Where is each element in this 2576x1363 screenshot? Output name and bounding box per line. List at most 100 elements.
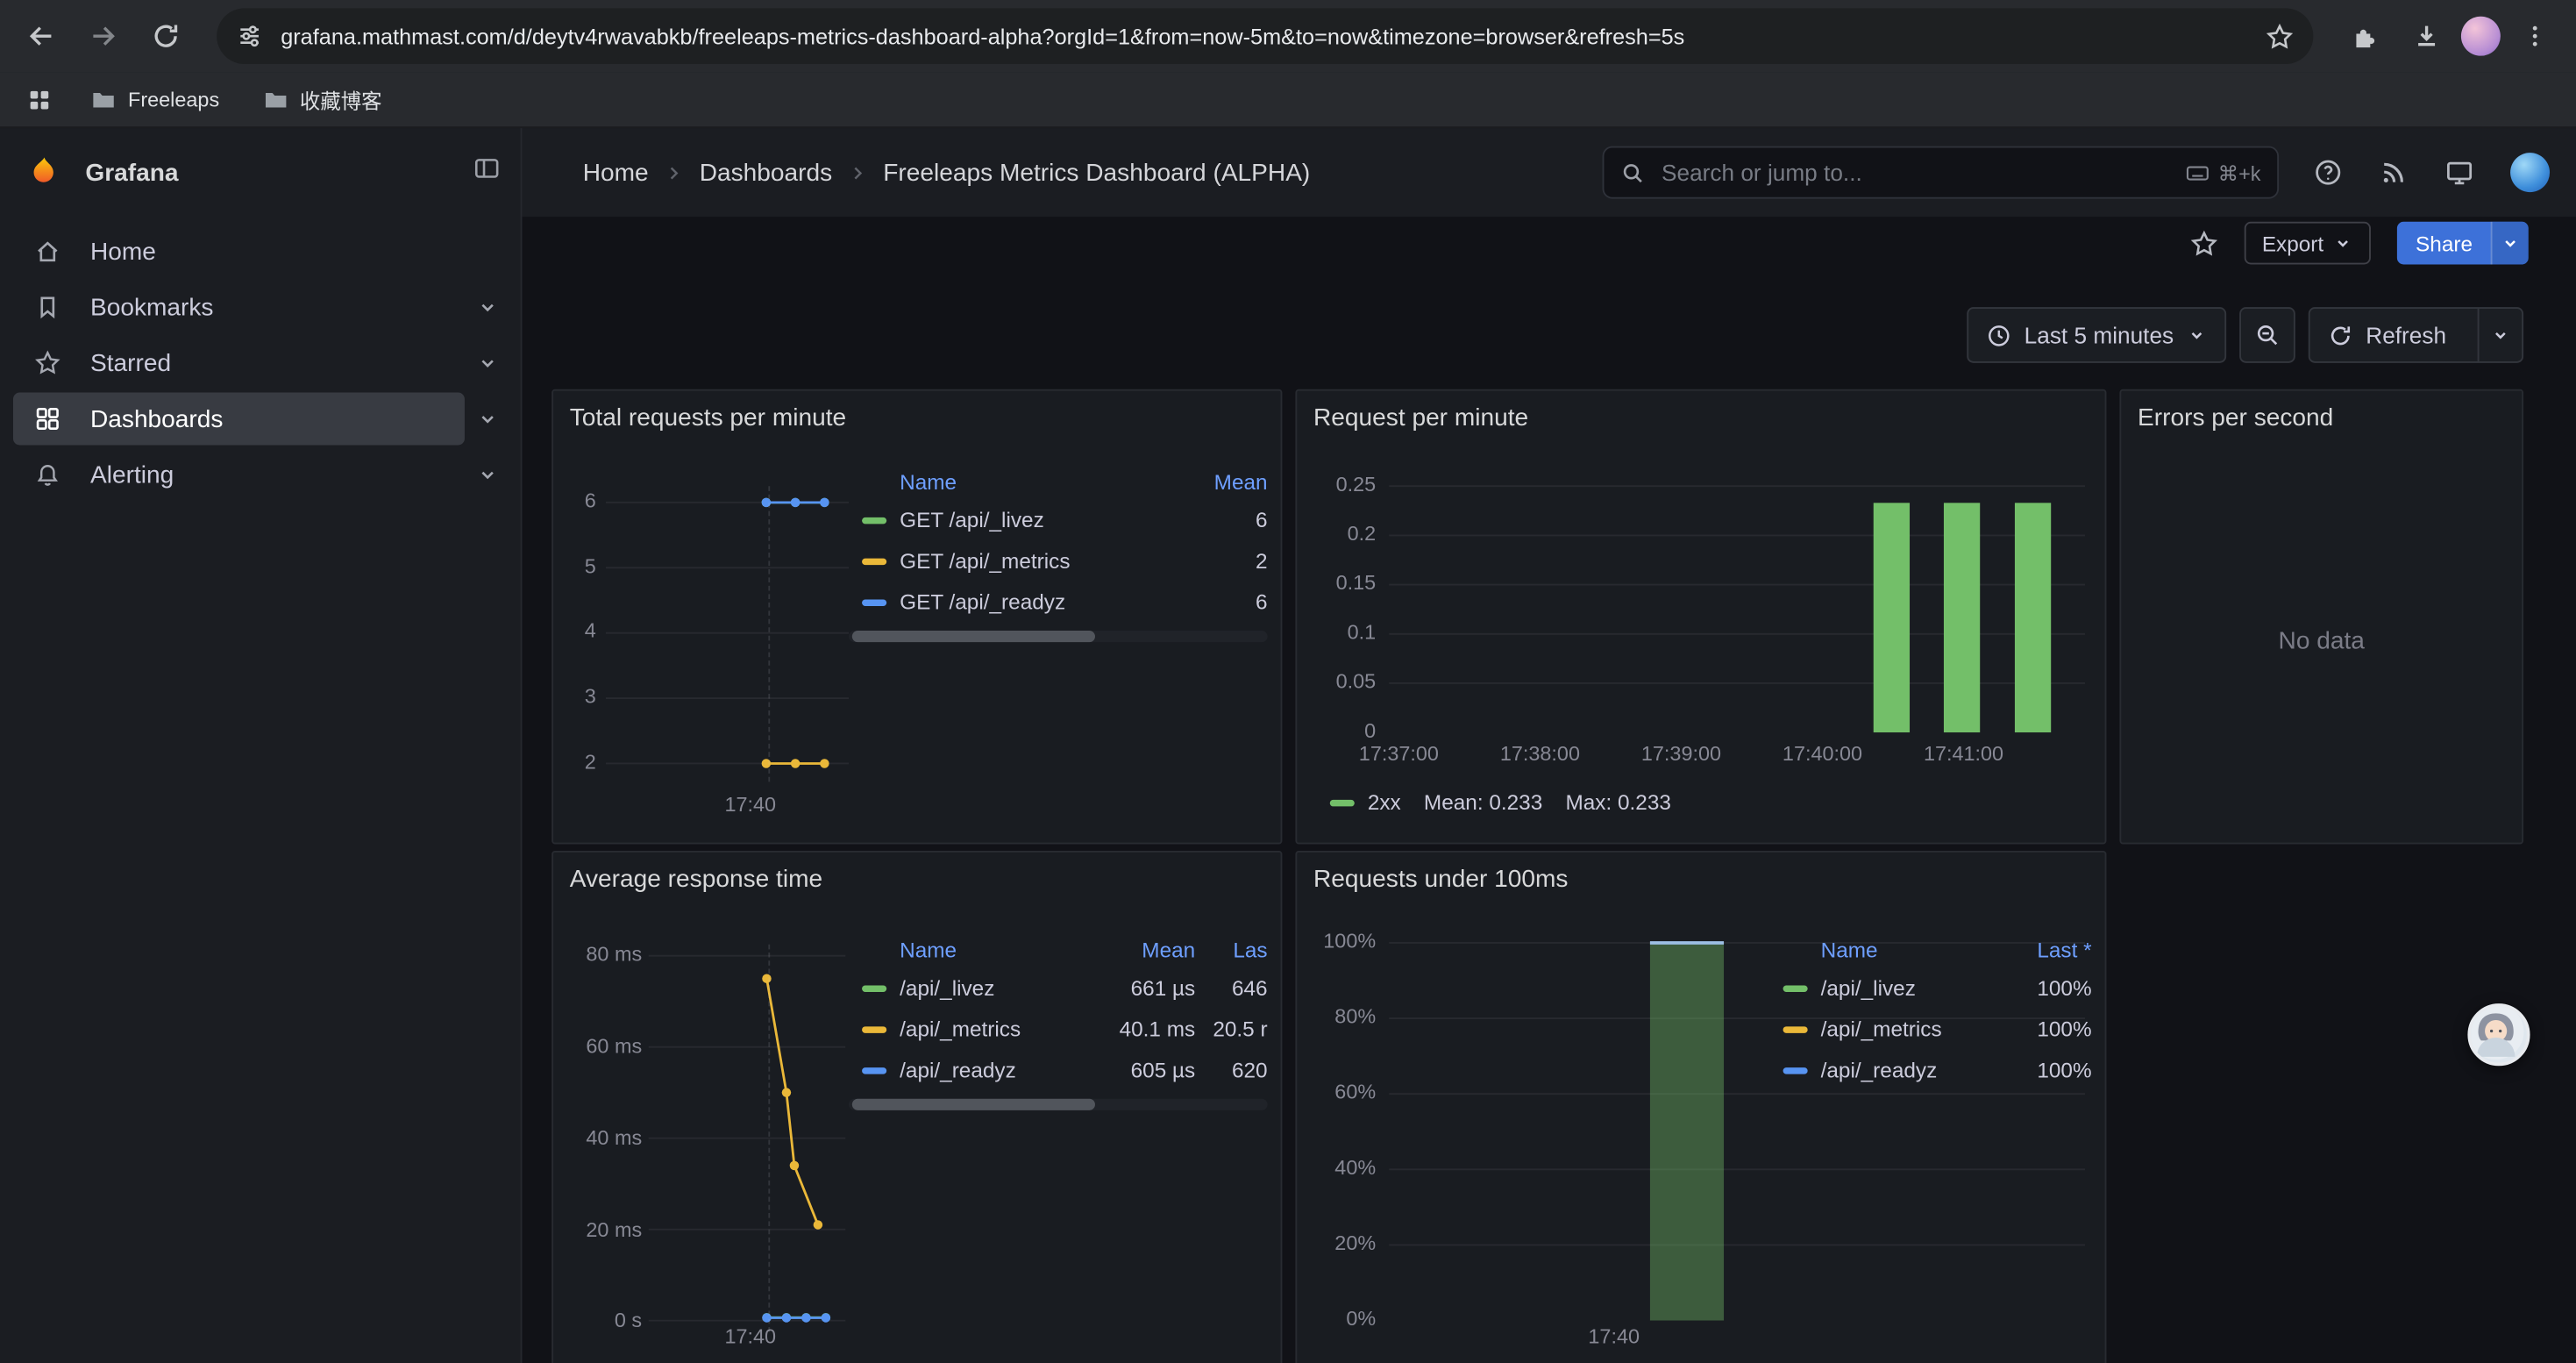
series-color-blue bbox=[862, 1067, 886, 1073]
series-color-yellow bbox=[862, 1025, 886, 1031]
url-input[interactable] bbox=[277, 22, 2251, 50]
zoom-out-button[interactable] bbox=[2239, 307, 2295, 363]
legend-col-mean[interactable]: Mean bbox=[1080, 937, 1195, 961]
refresh-main[interactable]: Refresh bbox=[2310, 309, 2465, 361]
sidebar-item-alerting[interactable]: Alerting bbox=[0, 446, 521, 503]
bookmark-star-icon[interactable] bbox=[2266, 22, 2294, 50]
extensions-icon[interactable] bbox=[2337, 8, 2393, 64]
series-color-green bbox=[1783, 985, 1808, 991]
sidebar-header: Grafana bbox=[0, 128, 521, 217]
time-range-picker[interactable]: Last 5 minutes bbox=[1967, 307, 2226, 363]
legend-row[interactable]: GET /api/_readyz 6 bbox=[849, 582, 1267, 623]
site-info-icon[interactable] bbox=[237, 23, 263, 49]
chevron-down-icon[interactable] bbox=[476, 463, 499, 486]
legend-col-name[interactable]: Name bbox=[900, 937, 1080, 961]
y-tick: 0% bbox=[1310, 1308, 1376, 1332]
avg-response-plot[interactable] bbox=[649, 945, 846, 1332]
y-tick: 20 ms bbox=[570, 1218, 642, 1243]
legend-scrollbar[interactable] bbox=[849, 631, 1267, 642]
series-color-blue bbox=[1783, 1067, 1808, 1073]
search-input[interactable]: ⌘+k bbox=[1603, 146, 2279, 199]
dock-sidebar-icon[interactable] bbox=[473, 154, 501, 182]
forward-icon[interactable] bbox=[75, 8, 132, 64]
sidebar-item-home[interactable]: Home bbox=[0, 224, 521, 280]
news-rss-icon[interactable] bbox=[2379, 158, 2409, 188]
breadcrumb-current: Freeleaps Metrics Dashboard (ALPHA) bbox=[883, 159, 1310, 187]
request-per-minute-plot[interactable] bbox=[1389, 473, 2085, 732]
panel-title[interactable]: Total requests per minute bbox=[570, 404, 846, 432]
chevron-down-icon[interactable] bbox=[476, 407, 499, 430]
chevron-down-icon[interactable] bbox=[476, 352, 499, 375]
legend-row[interactable]: /api/_livez 661 µs 646 bbox=[849, 967, 1267, 1009]
legend-col-name[interactable]: Name bbox=[900, 469, 957, 494]
bookmark-blog-folder[interactable]: 收藏博客 bbox=[247, 77, 396, 122]
bookmark-label: 收藏博客 bbox=[300, 83, 382, 115]
chevron-down-icon bbox=[2333, 233, 2352, 253]
legend-col-last[interactable]: Las bbox=[1195, 937, 1267, 961]
series-color-green bbox=[862, 985, 886, 991]
x-tick: 17:37:00 bbox=[1349, 742, 1448, 767]
legend-row[interactable]: /api/_livez 100% bbox=[1770, 967, 2092, 1009]
chevron-down-icon[interactable] bbox=[476, 296, 499, 318]
chevron-down-icon bbox=[2501, 233, 2520, 253]
y-tick: 0 s bbox=[570, 1309, 642, 1333]
legend-col-mean[interactable]: Mean bbox=[1214, 469, 1268, 494]
panel-title[interactable]: Average response time bbox=[570, 866, 822, 894]
legend-inline: 2xx Mean: 0.233 Max: 0.233 bbox=[1330, 790, 1694, 815]
panel-title[interactable]: Errors per second bbox=[2138, 404, 2333, 432]
downloads-icon[interactable] bbox=[2399, 8, 2455, 64]
help-icon[interactable] bbox=[2313, 158, 2343, 188]
sidebar-item-bookmarks[interactable]: Bookmarks bbox=[0, 279, 521, 335]
legend-col-name[interactable]: Name bbox=[1821, 937, 2038, 961]
legend-row[interactable]: /api/_readyz 100% bbox=[1770, 1050, 2092, 1091]
y-tick: 80 ms bbox=[570, 943, 642, 967]
url-bar[interactable] bbox=[217, 8, 2313, 64]
series-color-green bbox=[862, 517, 886, 523]
breadcrumb-home[interactable]: Home bbox=[583, 159, 649, 187]
reload-icon[interactable] bbox=[138, 8, 194, 64]
scrollbar-thumb[interactable] bbox=[852, 631, 1095, 642]
y-tick: 0.2 bbox=[1320, 522, 1377, 546]
search-shortcut: ⌘+k bbox=[2185, 161, 2260, 185]
legend-row[interactable]: /api/_readyz 605 µs 620 bbox=[849, 1050, 1267, 1091]
breadcrumb-dashboards[interactable]: Dashboards bbox=[700, 159, 832, 187]
legend-scrollbar[interactable] bbox=[849, 1099, 1267, 1110]
refresh-interval-chevron[interactable] bbox=[2478, 309, 2523, 361]
legend-row[interactable]: /api/_metrics 40.1 ms 20.5 r bbox=[849, 1009, 1267, 1050]
y-tick: 0 bbox=[1320, 719, 1377, 744]
search-field[interactable] bbox=[1658, 158, 2172, 188]
total-requests-plot[interactable] bbox=[606, 486, 849, 781]
sidebar-nav: Home Bookmarks Starred bbox=[0, 224, 521, 503]
grafana-logo[interactable] bbox=[26, 154, 62, 190]
bookmark-freeleaps[interactable]: Freeleaps bbox=[75, 80, 234, 119]
sidebar-item-starred[interactable]: Starred bbox=[0, 335, 521, 391]
chevron-right-icon bbox=[847, 161, 868, 182]
sidebar-item-dashboards[interactable]: Dashboards bbox=[0, 391, 521, 447]
folder-icon bbox=[262, 86, 288, 112]
share-button[interactable]: Share bbox=[2397, 222, 2528, 265]
legend-row[interactable]: /api/_metrics 100% bbox=[1770, 1009, 2092, 1050]
monitor-icon[interactable] bbox=[2444, 158, 2474, 188]
star-dashboard-icon[interactable] bbox=[2189, 229, 2217, 257]
export-button[interactable]: Export bbox=[2244, 222, 2371, 265]
gridline bbox=[768, 486, 770, 781]
share-menu-chevron[interactable] bbox=[2491, 222, 2529, 265]
legend-col-last[interactable]: Last * bbox=[2037, 937, 2091, 961]
header-icons bbox=[2313, 153, 2550, 192]
refresh-button[interactable]: Refresh bbox=[2309, 307, 2523, 363]
legend-series-name[interactable]: 2xx bbox=[1368, 790, 1401, 815]
apps-grid-icon[interactable] bbox=[17, 76, 62, 122]
panel-title[interactable]: Request per minute bbox=[1313, 404, 1528, 432]
legend-header: Name Last * bbox=[1770, 931, 2092, 967]
legend-row[interactable]: GET /api/_metrics 2 bbox=[849, 540, 1267, 582]
user-avatar[interactable] bbox=[2510, 153, 2550, 192]
panel-title[interactable]: Requests under 100ms bbox=[1313, 866, 1568, 894]
panel-total-requests-per-minute: Total requests per minute 6 5 4 3 2 17:4… bbox=[551, 389, 1282, 845]
browser-menu-icon[interactable] bbox=[2507, 8, 2563, 64]
legend-row[interactable]: GET /api/_livez 6 bbox=[849, 499, 1267, 540]
floating-assistant-avatar[interactable] bbox=[2467, 1003, 2530, 1066]
scrollbar-thumb[interactable] bbox=[852, 1099, 1095, 1110]
keyboard-icon bbox=[2185, 161, 2210, 185]
back-icon[interactable] bbox=[13, 8, 69, 64]
browser-profile-avatar[interactable] bbox=[2461, 17, 2501, 56]
